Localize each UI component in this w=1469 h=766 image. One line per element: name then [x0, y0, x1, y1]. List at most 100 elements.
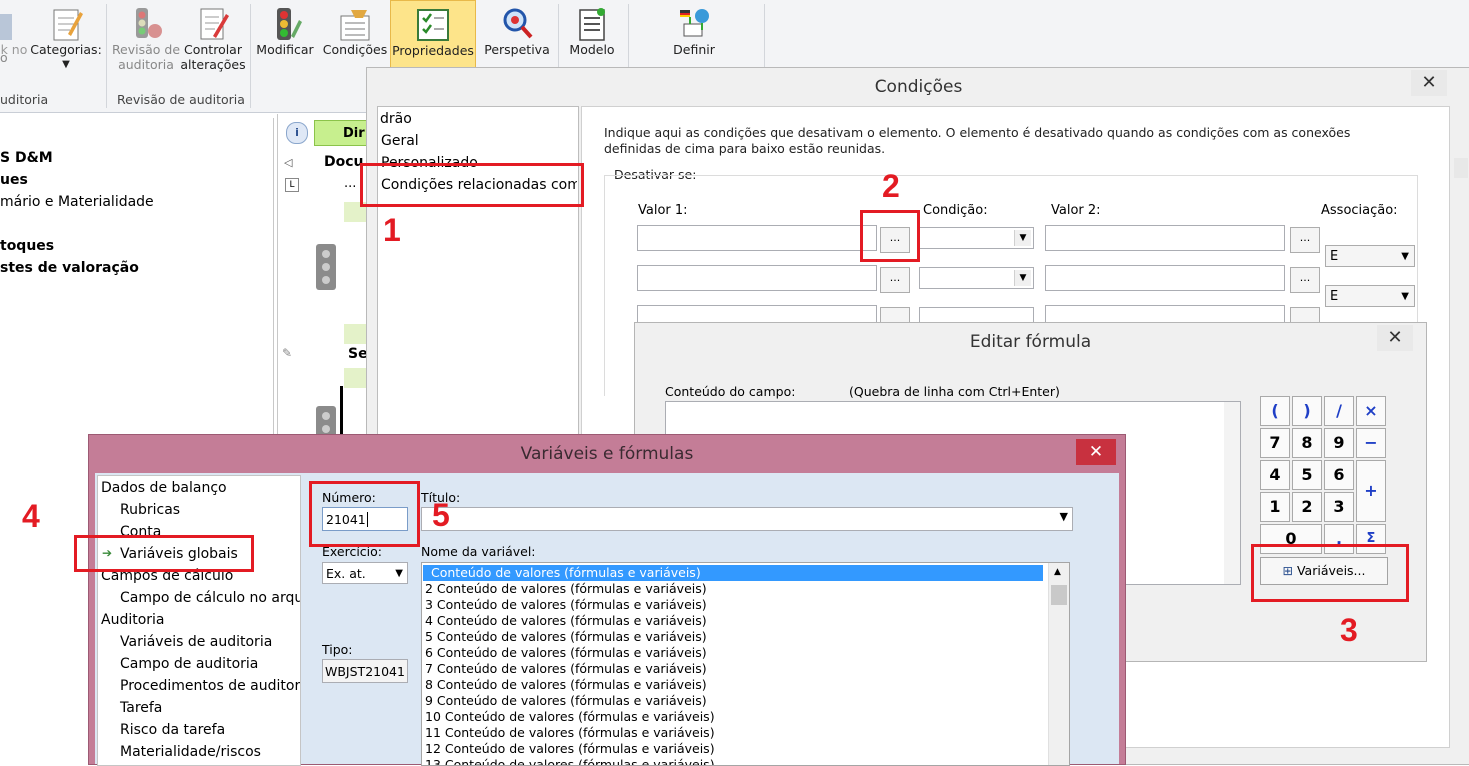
digit-5-button[interactable]: 5 [1292, 460, 1322, 490]
tab-direction[interactable]: Dir [314, 120, 370, 146]
tree-item[interactable]: drão [380, 111, 412, 127]
audit-review-label: Revisão de auditoria [111, 42, 181, 72]
divide-button[interactable]: / [1324, 396, 1354, 426]
tree-item[interactable]: Rubricas [120, 502, 180, 518]
conditions-button[interactable]: Condições [322, 0, 388, 70]
track-changes-button[interactable]: Controlar alterações [180, 0, 246, 72]
annotation-number-3: 3 [1340, 612, 1358, 648]
close-paren-button[interactable]: ) [1292, 396, 1322, 426]
valor2-browse-button[interactable]: ... [1290, 227, 1320, 253]
digit-7-button[interactable]: 7 [1260, 428, 1290, 458]
ribbon-button-partial[interactable]: k no [0, 0, 28, 70]
list-item[interactable]: 10 Conteúdo de valores (fórmulas e variá… [425, 709, 715, 725]
list-item[interactable]: 4 Conteúdo de valores (fórmulas e variáv… [425, 613, 707, 629]
association-select[interactable]: E ▼ [1325, 285, 1415, 307]
expand-box-icon[interactable]: L [285, 178, 299, 192]
association-select[interactable]: E ▼ [1325, 245, 1415, 267]
list-item[interactable]: 5 Conteúdo de valores (fórmulas e variáv… [425, 629, 707, 645]
list-item[interactable]: 2 Conteúdo de valores (fórmulas e variáv… [425, 581, 707, 597]
line-break-hint: (Quebra de linha com Ctrl+Enter) [849, 384, 1060, 399]
tree-item[interactable]: Tarefa [120, 700, 162, 716]
digit-4-button[interactable]: 4 [1260, 460, 1290, 490]
list-item[interactable]: 9 Conteúdo de valores (fórmulas e variáv… [425, 693, 707, 709]
annotation-number-5: 5 [432, 497, 450, 533]
close-icon[interactable]: ✕ [1076, 439, 1116, 465]
template-icon [574, 6, 610, 42]
template-label: Modelo [569, 42, 615, 57]
tree-item[interactable]: stes de valoração [0, 260, 139, 276]
title-select[interactable]: ▼ [421, 507, 1073, 531]
tree-item[interactable]: Dados de balanço [101, 480, 227, 496]
digit-9-button[interactable]: 9 [1324, 428, 1354, 458]
list-item[interactable]: 13 Conteúdo de valores (fórmulas e variá… [425, 757, 715, 765]
tree-item[interactable]: Risco da tarefa [120, 722, 225, 738]
close-icon[interactable]: ✕ [1377, 325, 1413, 351]
ribbon-group-label: uditoria [0, 92, 49, 107]
perspective-button[interactable]: Perspetiva [482, 0, 552, 70]
col-condicao: Condição: [923, 203, 988, 218]
list-item[interactable]: 6 Conteúdo de valores (fórmulas e variáv… [425, 645, 707, 661]
tree-item[interactable]: toques [0, 238, 54, 254]
minus-button[interactable]: − [1356, 428, 1386, 458]
condition-select[interactable]: ▼ [919, 267, 1034, 289]
tree-item[interactable]: S D&M [0, 150, 53, 166]
list-item[interactable]: 7 Conteúdo de valores (fórmulas e variáv… [425, 661, 707, 677]
chevron-down-icon: ▼ [1401, 291, 1409, 302]
document-row: ... [344, 176, 357, 191]
digit-2-button[interactable]: 2 [1292, 492, 1322, 522]
info-icon[interactable]: i [286, 122, 308, 144]
scrollbar[interactable] [1224, 402, 1240, 584]
valor2-field[interactable] [1045, 225, 1285, 251]
exercise-select[interactable]: Ex. at. ▼ [322, 562, 408, 584]
digit-1-button[interactable]: 1 [1260, 492, 1290, 522]
ribbon-button-label: k no [0, 42, 28, 57]
list-item[interactable]: 12 Conteúdo de valores (fórmulas e variá… [425, 741, 715, 757]
list-item[interactable]: 11 Conteúdo de valores (fórmulas e variá… [425, 725, 715, 741]
plus-button[interactable]: + [1356, 460, 1386, 522]
tree-item[interactable]: ues [0, 172, 28, 188]
valor1-browse-button[interactable]: ... [880, 267, 910, 293]
edit-note-icon[interactable]: ✎ [282, 346, 292, 360]
categories-button[interactable]: Categorias: ▼ [30, 0, 102, 70]
audit-review-button[interactable]: Revisão de auditoria [110, 0, 182, 72]
scrollbar[interactable] [1454, 158, 1468, 178]
modify-button[interactable]: Modificar [254, 0, 316, 70]
valor1-field[interactable] [637, 225, 877, 251]
section-label: Se [348, 346, 368, 362]
digit-6-button[interactable]: 6 [1324, 460, 1354, 490]
define-button[interactable]: Definir [664, 0, 724, 70]
tree-item[interactable]: Auditoria [101, 612, 165, 628]
track-changes-label: Controlar alterações [180, 42, 246, 72]
tree-item[interactable]: mário e Materialidade [0, 194, 154, 210]
digit-8-button[interactable]: 8 [1292, 428, 1322, 458]
valor1-field[interactable] [637, 265, 877, 291]
list-item[interactable]: 8 Conteúdo de valores (fórmulas e variáv… [425, 677, 707, 693]
close-icon[interactable]: ✕ [1411, 70, 1447, 96]
list-item[interactable]: 3 Conteúdo de valores (fórmulas e variáv… [425, 597, 707, 613]
valor2-field[interactable] [1045, 265, 1285, 291]
tree-item[interactable]: Materialidade/riscos [120, 744, 261, 760]
condition-select[interactable]: ▼ [919, 227, 1034, 249]
multiply-button[interactable]: × [1356, 396, 1386, 426]
scrollbar-thumb[interactable] [1051, 585, 1067, 605]
tree-item[interactable]: Variáveis de auditoria [120, 634, 272, 650]
valor2-browse-button[interactable]: ... [1290, 267, 1320, 293]
ribbon-separator [250, 4, 251, 108]
tree-item[interactable]: Campo de auditoria [120, 656, 258, 672]
define-label: Definir [673, 42, 715, 57]
collapse-arrow-icon[interactable]: ◁ [284, 156, 292, 169]
chevron-up-icon[interactable]: ▲ [1054, 567, 1061, 577]
list-item[interactable]: Conteúdo de valores (fórmulas e variávei… [423, 565, 1043, 581]
digit-3-button[interactable]: 3 [1324, 492, 1354, 522]
list-scrollbar[interactable]: ▲ [1048, 563, 1069, 765]
template-button[interactable]: Modelo [562, 0, 622, 70]
properties-button[interactable]: Propriedades [390, 0, 476, 70]
modify-label: Modificar [256, 42, 314, 57]
variable-list[interactable]: Conteúdo de valores (fórmulas e variávei… [421, 562, 1070, 766]
tree-item[interactable]: Campo de cálculo no arquiv [120, 590, 300, 606]
tree-item[interactable]: Procedimentos de auditoria [120, 678, 300, 694]
checklist-icon [415, 7, 451, 43]
open-paren-button[interactable]: ( [1260, 396, 1290, 426]
association-value: E [1330, 249, 1339, 264]
tree-item[interactable]: Geral [381, 133, 419, 149]
